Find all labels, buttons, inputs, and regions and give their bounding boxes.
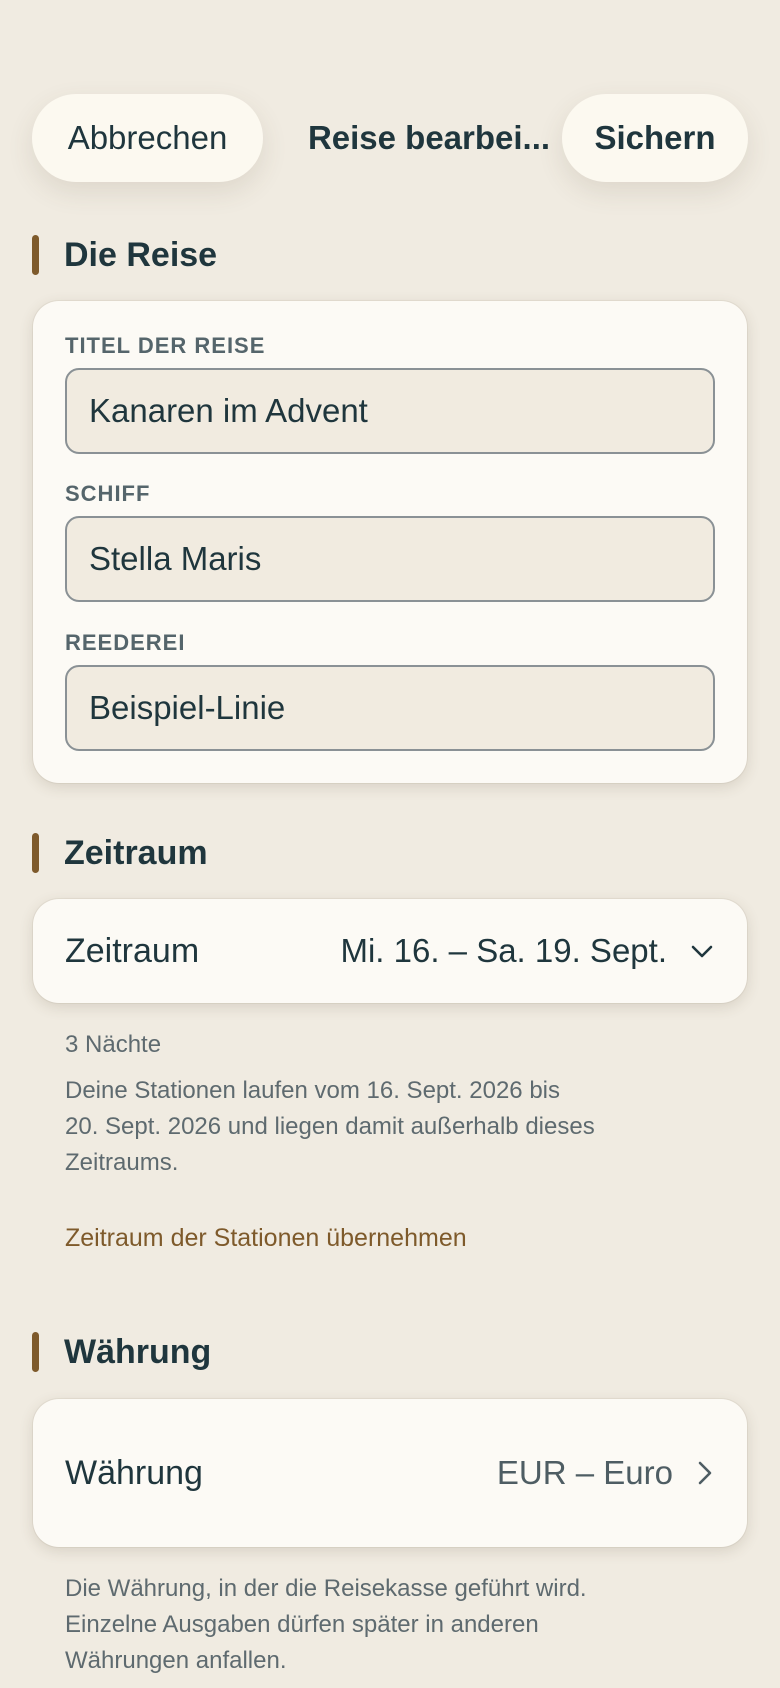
section-accent-bar [32, 1332, 39, 1372]
date-range-label: Zeitraum [65, 931, 200, 970]
ship-field[interactable]: Stella Maris [65, 516, 715, 602]
currency-value: EUR – Euro [496, 1454, 673, 1491]
trip-details-card: TITEL DER REISE Kanaren im Advent SCHIFF… [33, 301, 747, 783]
cruise-line-field[interactable]: Beispiel-Linie [65, 665, 715, 751]
currency-note: Die Währung, in der die Reisekasse gefüh… [65, 1571, 705, 1679]
cruise-line-label: REEDEREI [65, 630, 186, 655]
navigation-bar: Abbrechen Reise bearbei... Sichern [32, 94, 748, 182]
warning-line: Deine Stationen laufen vom 16. Sept. 202… [65, 1077, 560, 1104]
currency-note-line: Währungen anfallen. [65, 1647, 287, 1674]
section-title-currency: Währung [64, 1332, 212, 1371]
trip-title-field[interactable]: Kanaren im Advent [65, 368, 715, 454]
adopt-stations-range-link[interactable]: Zeitraum der Stationen übernehmen [65, 1224, 467, 1253]
section-accent-bar [32, 235, 39, 275]
warning-line: 20. Sept. 2026 und liegen damit außerhal… [65, 1113, 595, 1140]
currency-label: Währung [65, 1453, 203, 1492]
chevron-down-icon [689, 938, 715, 964]
section-header-currency: Währung [32, 1331, 211, 1373]
cancel-button[interactable]: Abbrechen [32, 94, 263, 182]
trip-title-label: TITEL DER REISE [65, 333, 266, 358]
date-range-value: Mi. 16. – Sa. 19. Sept. [340, 932, 667, 969]
date-range-value-group: Mi. 16. – Sa. 19. Sept. [340, 932, 715, 970]
section-accent-bar [32, 833, 39, 873]
section-title-trip: Die Reise [64, 235, 218, 274]
page-title: Reise bearbei... [307, 119, 551, 156]
nights-count: 3 Nächte [65, 1031, 162, 1058]
section-header-trip: Die Reise [32, 234, 217, 276]
currency-value-group: EUR – Euro [497, 1454, 715, 1492]
section-header-period: Zeitraum [32, 832, 208, 874]
currency-note-line: Die Währung, in der die Reisekasse gefüh… [65, 1575, 587, 1602]
warning-line: Zeitraums. [65, 1149, 179, 1176]
save-button[interactable]: Sichern [562, 94, 748, 182]
date-range-picker[interactable]: Zeitraum Mi. 16. – Sa. 19. Sept. [33, 899, 747, 1003]
currency-note-line: Einzelne Ausgaben dürfen später in ander… [65, 1611, 539, 1638]
ship-label: SCHIFF [65, 481, 151, 506]
chevron-right-icon [695, 1459, 715, 1487]
section-title-period: Zeitraum [64, 833, 208, 872]
date-mismatch-warning: Deine Stationen laufen vom 16. Sept. 202… [65, 1073, 705, 1181]
currency-row[interactable]: Währung EUR – Euro [33, 1399, 747, 1547]
